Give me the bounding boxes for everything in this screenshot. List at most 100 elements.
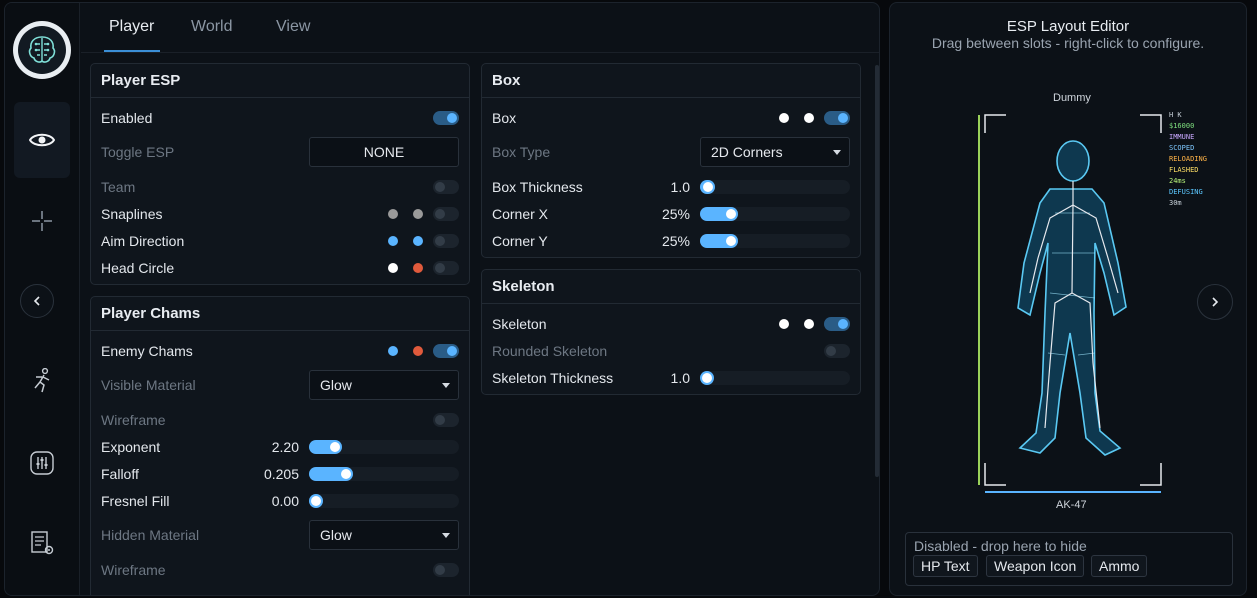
tab-player[interactable]: Player (109, 18, 154, 36)
row-head-circle: Head Circle (91, 257, 469, 279)
flag-item[interactable]: SCOPED (1169, 143, 1207, 154)
corner-x-slider[interactable] (700, 207, 850, 221)
aim-direction-color-1[interactable] (388, 236, 398, 246)
panel-title: Player ESP (91, 64, 469, 98)
row-enabled: Enabled (91, 107, 469, 129)
sidebar-item-scripts[interactable] (14, 505, 70, 581)
enabled-toggle[interactable] (433, 111, 459, 125)
flag-item[interactable]: IMMUNE (1169, 132, 1207, 143)
chip-ammo[interactable]: Ammo (1091, 555, 1148, 577)
head-circle-toggle[interactable] (433, 261, 459, 275)
sidebar-item-settings[interactable] (14, 425, 70, 501)
row-wireframe: Wireframe (91, 409, 469, 431)
collapse-left-icon[interactable] (20, 284, 54, 318)
snaplines-color-1[interactable] (388, 209, 398, 219)
fresnel-fill-value: 0.00 (271, 493, 299, 509)
snaplines-toggle[interactable] (433, 207, 459, 221)
aim-direction-toggle[interactable] (433, 234, 459, 248)
label: Wireframe (101, 412, 166, 428)
box-type-dropdown[interactable]: 2D Corners (700, 137, 850, 167)
box-thickness-slider[interactable] (700, 180, 850, 194)
row-box-thickness: Box Thickness 1.0 (482, 176, 860, 198)
skeleton-thickness-slider[interactable] (700, 371, 850, 385)
label: Enabled (101, 110, 153, 126)
chip-hp-text[interactable]: HP Text (913, 555, 978, 577)
flag-item[interactable]: DEFUSING (1169, 187, 1207, 198)
flag-item[interactable]: 30m (1169, 198, 1207, 209)
box-panel: Box Box Box Type 2D Corners Box Thicknes… (481, 63, 861, 258)
label: Box Thickness (492, 179, 583, 195)
box-toggle[interactable] (824, 111, 850, 125)
flag-item[interactable]: H K (1169, 110, 1207, 121)
visible-material-dropdown[interactable]: Glow (309, 370, 459, 400)
box-color-1[interactable] (779, 113, 789, 123)
preview-weapon-text[interactable]: AK-47 (1056, 499, 1087, 511)
rounded-skeleton-toggle[interactable] (824, 344, 850, 358)
sliders-icon (30, 451, 54, 475)
tab-world[interactable]: World (191, 18, 233, 36)
label: Hidden Material (101, 527, 200, 543)
box-color-2[interactable] (804, 113, 814, 123)
flag-item[interactable]: FLASHED (1169, 165, 1207, 176)
team-toggle[interactable] (433, 180, 459, 194)
wireframe-hidden-toggle[interactable] (433, 563, 459, 577)
sidebar-item-visuals[interactable] (14, 102, 70, 178)
row-box-type: Box Type 2D Corners (482, 137, 860, 167)
row-exponent: Exponent 2.20 (91, 436, 469, 458)
label: Visible Material (101, 377, 196, 393)
fresnel-fill-slider[interactable] (309, 494, 459, 508)
box-thickness-value: 1.0 (670, 179, 690, 195)
flag-item[interactable]: $16000 (1169, 121, 1207, 132)
label: Corner Y (492, 233, 548, 249)
flags-list: H K $16000 IMMUNE SCOPED RELOADING FLASHED 24m… (1169, 110, 1207, 209)
chip-weapon-icon[interactable]: Weapon Icon (986, 555, 1085, 577)
skeleton-color-2[interactable] (804, 319, 814, 329)
falloff-slider[interactable] (309, 467, 459, 481)
row-snaplines: Snaplines (91, 203, 469, 225)
panel-title: Box (482, 64, 860, 98)
enemy-chams-toggle[interactable] (433, 344, 459, 358)
flag-item[interactable]: RELOADING (1169, 154, 1207, 165)
row-fresnel-fill: Fresnel Fill 0.00 (91, 490, 469, 512)
sidebar-item-aim[interactable] (14, 183, 70, 259)
disabled-drop-zone[interactable]: Disabled - drop here to hide HP Text Wea… (905, 532, 1233, 586)
editor-title: ESP Layout Editor (1006, 18, 1130, 35)
chevron-down-icon (442, 533, 450, 538)
hidden-material-dropdown[interactable]: Glow (309, 520, 459, 550)
skeleton-panel: Skeleton Skeleton Rounded Skeleton Skele… (481, 269, 861, 395)
head-circle-color-2[interactable] (413, 263, 423, 273)
row-corner-y: Corner Y 25% (482, 230, 860, 252)
label: Snaplines (101, 206, 163, 222)
sidebar-item-movement[interactable] (14, 343, 70, 419)
head-circle-color-1[interactable] (388, 263, 398, 273)
crosshair-icon (32, 211, 52, 231)
scrollbar[interactable] (875, 65, 879, 477)
label: Skeleton (492, 316, 547, 332)
chevron-right-icon[interactable] (1197, 284, 1233, 320)
wireframe-toggle[interactable] (433, 413, 459, 427)
row-corner-x: Corner X 25% (482, 203, 860, 225)
label: Toggle ESP (101, 144, 175, 160)
label: Wireframe (101, 562, 166, 578)
logo-brain-icon (13, 21, 71, 79)
label: Aim Direction (101, 233, 185, 249)
player-chams-panel: Player Chams Enemy Chams Visible Materia… (90, 296, 470, 595)
tab-bar: Player World View (81, 3, 879, 53)
label: Head Circle (101, 260, 175, 276)
row-rounded-skeleton: Rounded Skeleton (482, 340, 860, 362)
exponent-slider[interactable] (309, 440, 459, 454)
skeleton-color-1[interactable] (779, 319, 789, 329)
flag-item[interactable]: 24ms (1169, 176, 1207, 187)
tab-view[interactable]: View (276, 18, 310, 36)
label: Box Type (492, 144, 551, 160)
label: Team (101, 179, 136, 195)
enemy-chams-color-1[interactable] (388, 346, 398, 356)
aim-direction-color-2[interactable] (413, 236, 423, 246)
snaplines-color-2[interactable] (413, 209, 423, 219)
skeleton-toggle[interactable] (824, 317, 850, 331)
enemy-chams-color-2[interactable] (413, 346, 423, 356)
label: Exponent (101, 439, 161, 455)
toggle-esp-keybind-button[interactable]: NONE (309, 137, 459, 167)
label: Falloff (101, 466, 139, 482)
corner-y-slider[interactable] (700, 234, 850, 248)
